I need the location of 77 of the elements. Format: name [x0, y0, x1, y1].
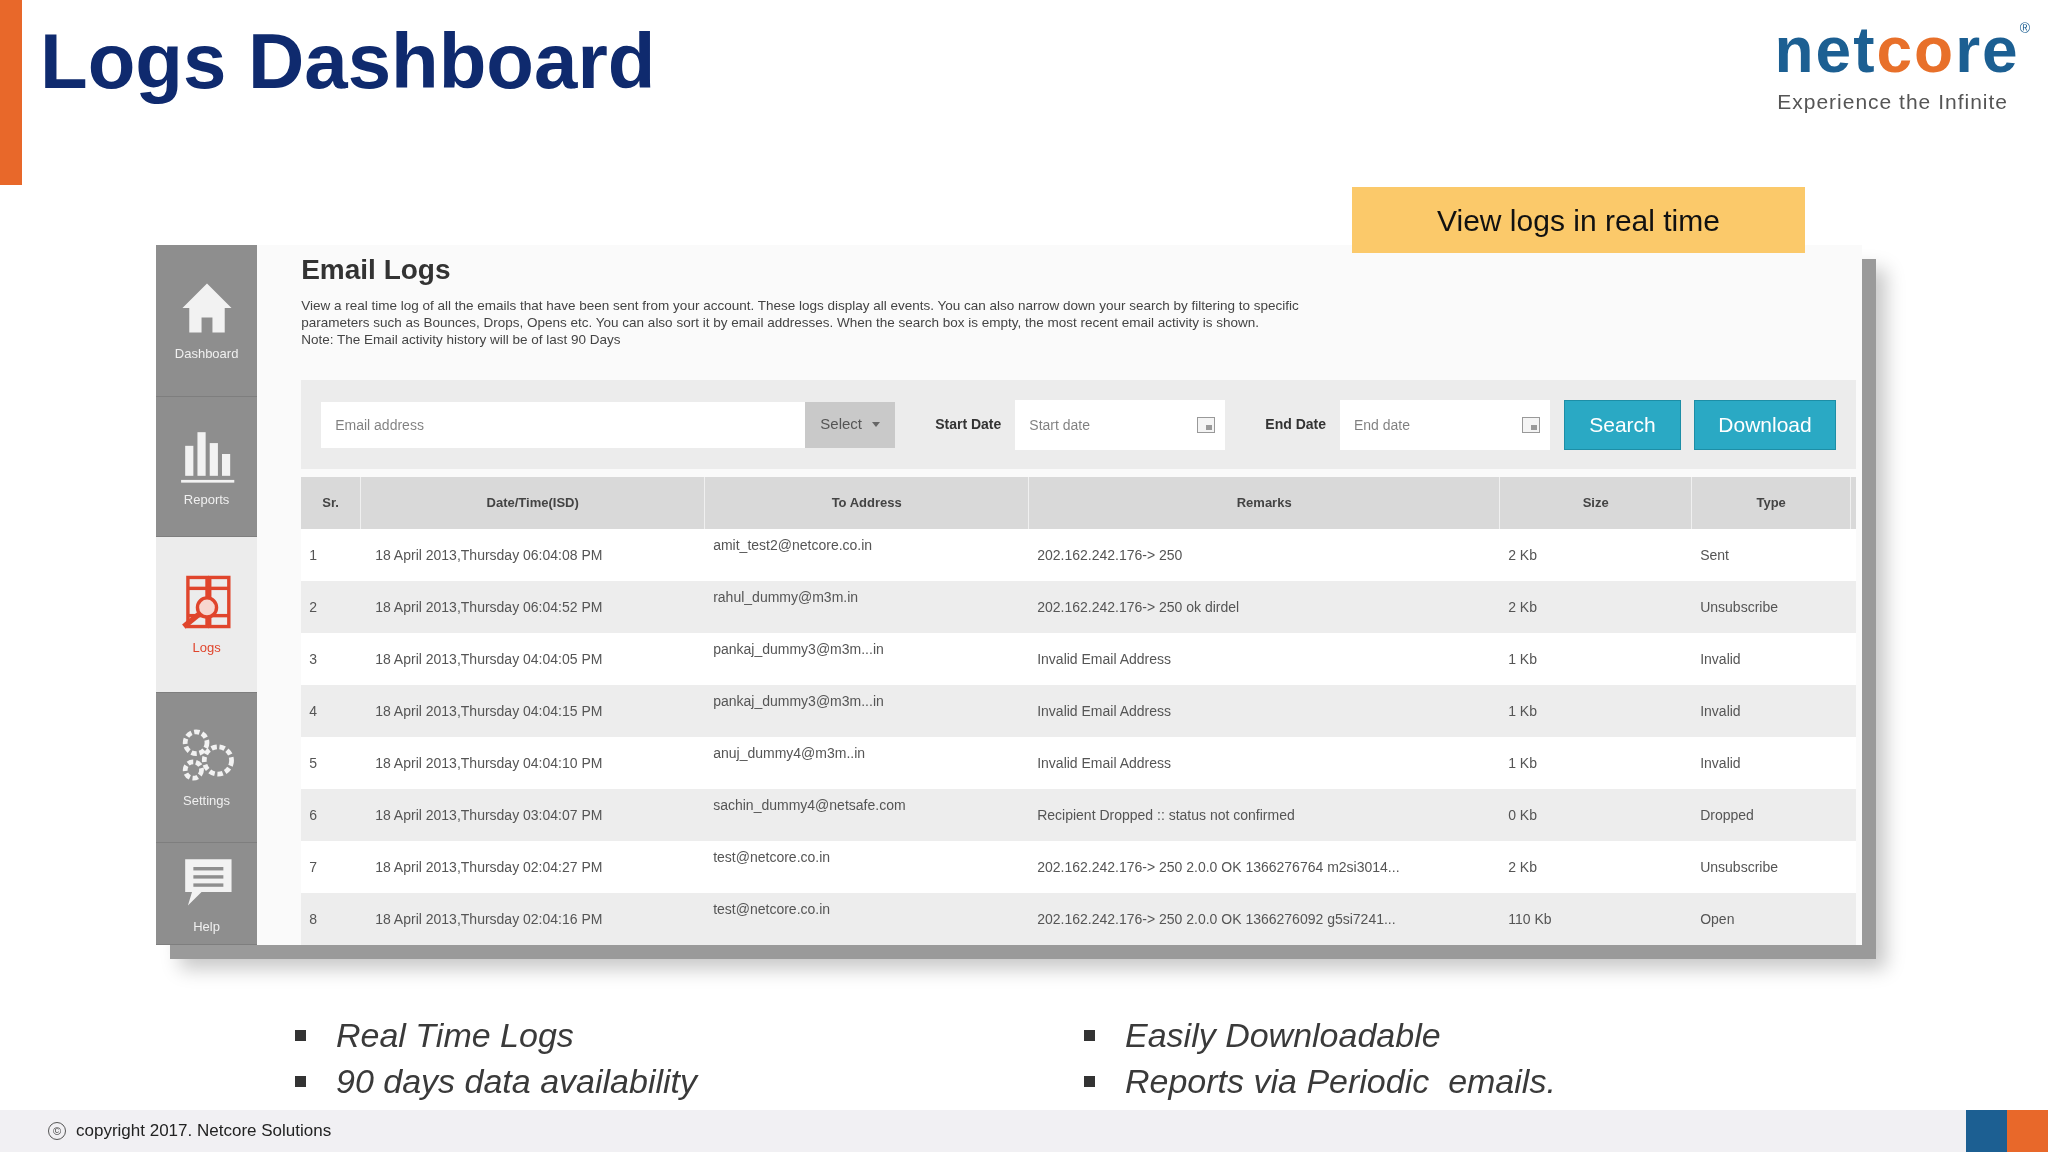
- description-text: parameters such as Bounces, Drops, Opens etc. You can also sort it by email addresses. When the search box is empty, the most recent email activity is shown.: [301, 314, 1261, 331]
- table-cell-text: 110 Kb: [1507, 909, 1553, 929]
- table-cell-text: 2 Kb: [1507, 545, 1538, 565]
- table-cell-text: 6: [308, 805, 318, 825]
- field-label: End Date: [1265, 415, 1326, 434]
- table-cell-text: 202.162.242.176-> 250 ok dirdel: [1036, 597, 1241, 617]
- table-cell-text: Invalid: [1699, 701, 1742, 721]
- table-cell-text: Invalid Email Address: [1036, 649, 1172, 669]
- download-button[interactable]: Download: [1694, 399, 1836, 450]
- table-cell-text: Unsubscribe: [1699, 597, 1779, 617]
- table-cell-text: 1 Kb: [1507, 649, 1538, 669]
- table-cell-text: 18 April 2013,Thursday 02:04:27 PM: [374, 857, 604, 877]
- bullet-text: Reports via Periodic emails.: [1125, 1061, 1556, 1102]
- table-cell-text: 1 Kb: [1507, 753, 1538, 773]
- table-cell-text: 2: [308, 597, 318, 617]
- date-field[interactable]: Start date: [1015, 399, 1226, 450]
- bullet-icon: [295, 1075, 306, 1087]
- table-cell-text: Recipient Dropped :: status not confirmed: [1036, 805, 1296, 825]
- bullet-icon: [1084, 1075, 1095, 1087]
- table-cell-text: 202.162.242.176-> 250 2.0.0 OK 1366276092 g5si7241...: [1036, 909, 1397, 929]
- table-cell-text: 7: [308, 857, 318, 877]
- select-dropdown[interactable]: Select: [805, 401, 896, 448]
- table-cell-text: 2 Kb: [1507, 857, 1538, 877]
- logo-tagline: Experience the Infinite: [1777, 89, 2009, 115]
- corner-square: [1966, 1110, 2007, 1152]
- table-cell-text: 202.162.242.176-> 250 2.0.0 OK 1366276764 m2si3014...: [1036, 857, 1401, 877]
- table-cell-text: rahul_dummy@m3m.in: [712, 588, 860, 607]
- bullet-text: Real Time Logs: [336, 1015, 574, 1056]
- bullet-text: Easily Downloadable: [1125, 1015, 1441, 1056]
- table-cell-text: 5: [308, 753, 318, 773]
- table-cell-text: Invalid Email Address: [1036, 701, 1172, 721]
- table-cell-text: Open: [1699, 909, 1736, 929]
- description-text: View a real time log of all the emails that have been sent from your account. These logs display all events. You can also narrow down your search by filtering to specific: [301, 297, 1300, 314]
- table-cell-text: Invalid Email Address: [1036, 753, 1172, 773]
- logo-wordmark: netcore®: [1774, 18, 2030, 82]
- sidebar-item[interactable]: Logs: [156, 537, 258, 693]
- table-cell-text: 3: [308, 649, 318, 669]
- table-cell-text: test@netcore.co.in: [712, 900, 832, 919]
- table-cell-text: 18 April 2013,Thursday 02:04:16 PM: [374, 909, 604, 929]
- table-cell-text: 2 Kb: [1507, 597, 1538, 617]
- table-cell-text: 202.162.242.176-> 250: [1036, 545, 1184, 565]
- table-cell-text: 4: [308, 701, 318, 721]
- callout-box: View logs in real time: [1352, 187, 1805, 253]
- bullet-icon: [1084, 1029, 1095, 1041]
- field-label: Start Date: [935, 415, 1002, 434]
- table-cell-text: test@netcore.co.in: [712, 848, 832, 867]
- table-cell-text: 8: [308, 909, 318, 929]
- table-cell-text: anuj_dummy4@m3m..in: [712, 744, 867, 763]
- table-cell-text: Dropped: [1699, 805, 1755, 825]
- table-cell-text: 1 Kb: [1507, 701, 1538, 721]
- table-cell-text: 18 April 2013,Thursday 03:04:07 PM: [374, 805, 604, 825]
- email-field[interactable]: Email address: [321, 401, 806, 448]
- table-cell-text: sachin_dummy4@netsafe.com: [712, 796, 907, 815]
- bullet-icon: [295, 1029, 306, 1041]
- table-cell-text: Unsubscribe: [1699, 857, 1779, 877]
- table-cell-text: pankaj_dummy3@m3m...in: [712, 640, 885, 659]
- table-cell-text: 18 April 2013,Thursday 04:04:05 PM: [374, 649, 604, 669]
- caret-icon: [872, 422, 880, 427]
- bullet-text: 90 days data availability: [336, 1061, 697, 1102]
- page-heading: Email Logs: [301, 253, 452, 287]
- copyright-text: copyright 2017. Netcore Solutions: [76, 1120, 332, 1143]
- table-cell-text: Invalid: [1699, 649, 1742, 669]
- table-cell-text: 18 April 2013,Thursday 04:04:15 PM: [374, 701, 604, 721]
- slide-title: Logs Dashboard: [39, 16, 656, 107]
- table-cell-text: Sent: [1699, 545, 1730, 565]
- table-cell-text: Invalid: [1699, 753, 1742, 773]
- table-cell-text: 1: [308, 545, 318, 565]
- corner-square: [2007, 1110, 2048, 1152]
- table-cell-text: amit_test2@netcore.co.in: [712, 536, 874, 555]
- table-cell-text: pankaj_dummy3@m3m...in: [712, 692, 885, 711]
- table-cell-text: 0 Kb: [1507, 805, 1538, 825]
- description-text: Note: The Email activity history will be of last 90 Days: [301, 331, 622, 348]
- table-cell-text: 18 April 2013,Thursday 06:04:52 PM: [374, 597, 604, 617]
- search-button[interactable]: Search: [1564, 399, 1681, 450]
- table-cell-text: 18 April 2013,Thursday 06:04:08 PM: [374, 545, 604, 565]
- table-cell-text: 18 April 2013,Thursday 04:04:10 PM: [374, 753, 604, 773]
- date-field[interactable]: End date: [1340, 399, 1550, 450]
